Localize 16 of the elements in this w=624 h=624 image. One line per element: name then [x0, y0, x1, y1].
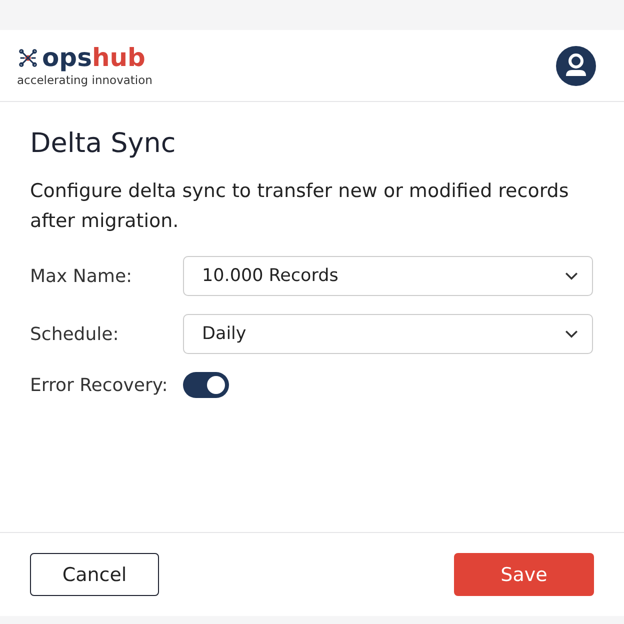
dropdown-field[interactable]: Daily	[183, 314, 593, 354]
field-label: Schedule:	[30, 324, 120, 344]
dropdown-field[interactable]: 10.000 Records	[183, 256, 593, 296]
page-title: Delta Sync	[30, 127, 177, 161]
logo-wordmark: opshub	[42, 44, 146, 72]
network-icon	[17, 47, 39, 69]
field-label: Error Recovery:	[30, 374, 169, 396]
toggle-switch[interactable]	[183, 372, 229, 398]
logo-tagline: accelerating innovation	[17, 73, 152, 87]
save-button[interactable]: Save	[454, 553, 594, 596]
description-text: Configure delta sync to transfer new or modified records after migration.	[30, 179, 570, 234]
chevron-down-icon	[565, 330, 578, 338]
chevron-down-icon	[565, 272, 578, 280]
cancel-button[interactable]: Cancel	[30, 553, 159, 596]
field-label: Max Name:	[30, 266, 134, 286]
user-avatar-icon[interactable]	[556, 46, 596, 86]
